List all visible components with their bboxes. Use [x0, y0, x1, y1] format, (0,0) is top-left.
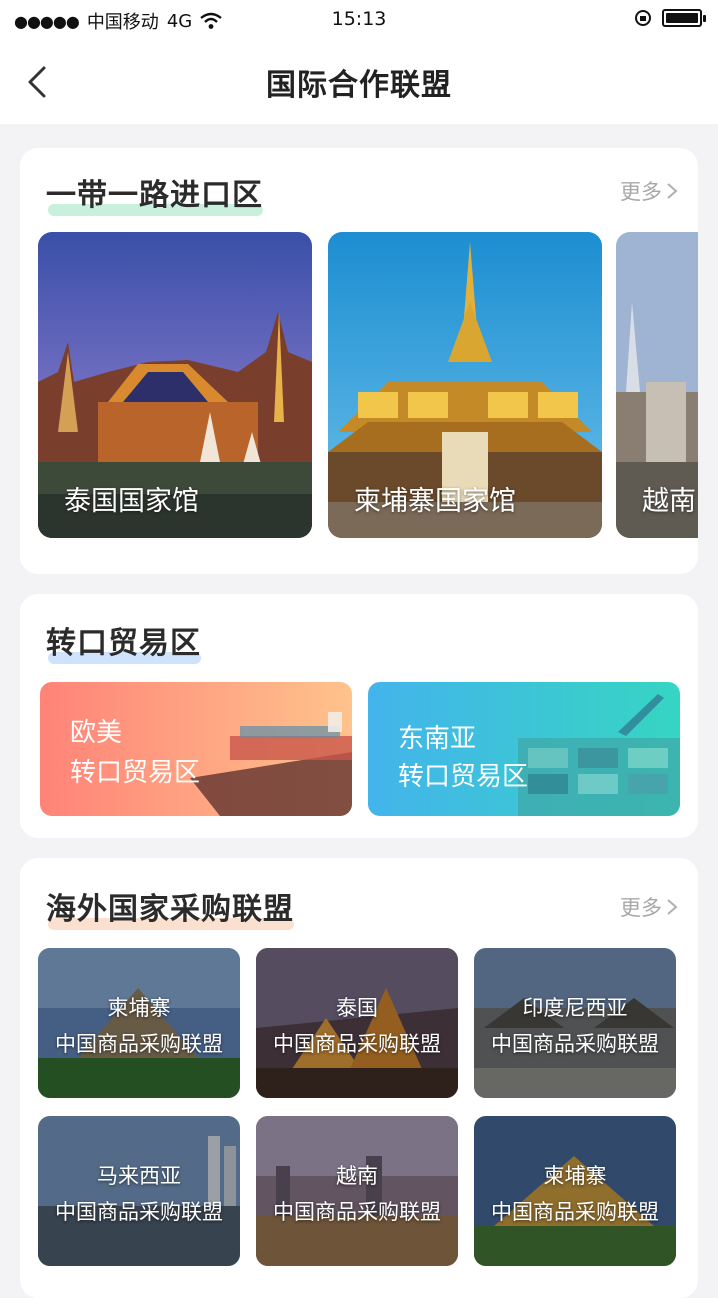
- pavilion-label: 泰国国家馆: [64, 486, 199, 517]
- trade-tile-line1: 东南亚: [398, 724, 477, 754]
- pavilion-label: 越南: [642, 486, 696, 517]
- belt-road-title-text: 一带一路进口区: [46, 178, 263, 213]
- belt-road-more-link[interactable]: 更多: [620, 176, 678, 206]
- cargo-ship-image: [40, 682, 352, 816]
- thailand-temple-image: [256, 948, 458, 1098]
- chevron-right-icon: [667, 183, 678, 199]
- alliance-country: 越南: [336, 1164, 378, 1188]
- alliance-country: 泰国: [336, 996, 378, 1020]
- trade-tile-line2: 转口贸易区: [398, 762, 529, 792]
- pavilion-card-cambodia[interactable]: 柬埔寨国家馆: [328, 232, 602, 538]
- alliance-tile-malaysia[interactable]: 马来西亚 中国商品采购联盟: [38, 1116, 240, 1266]
- pavilion-card-vietnam[interactable]: 越南: [616, 232, 698, 538]
- rotation-lock-icon: [635, 10, 651, 26]
- entrepot-section: 转口贸易区 欧美 转口贸易区 东南亚 转口贸易区: [20, 594, 698, 838]
- page-title: 国际合作联盟: [266, 68, 452, 103]
- status-time: 15:13: [331, 8, 387, 30]
- cambodia-temple-image: [38, 948, 240, 1098]
- belt-road-section: 一带一路进口区 更多 泰国国家馆 柬埔寨国家馆 越南: [20, 148, 698, 574]
- trade-tile-line1: 欧美: [70, 718, 123, 748]
- alliance-tile-cambodia[interactable]: 柬埔寨 中国商品采购联盟: [38, 948, 240, 1098]
- trade-tile-line2: 转口贸易区: [70, 758, 201, 788]
- overseas-title: 海外国家采购联盟: [46, 884, 294, 930]
- southeast-asia-trade-tile[interactable]: 东南亚 转口贸易区: [368, 682, 680, 816]
- alliance-subtitle: 中国商品采购联盟: [273, 1032, 441, 1056]
- indonesia-palace-image: [474, 948, 676, 1098]
- pavilion-carousel[interactable]: 泰国国家馆 柬埔寨国家馆 越南: [38, 232, 698, 552]
- more-label: 更多: [620, 180, 662, 204]
- pavilion-label: 柬埔寨国家馆: [354, 486, 516, 517]
- overseas-title-text: 海外国家采购联盟: [46, 892, 294, 927]
- alliance-tile-thailand[interactable]: 泰国 中国商品采购联盟: [256, 948, 458, 1098]
- malaysia-skyline-image: [38, 1116, 240, 1266]
- status-bar: ●●●●● 中国移动 4G 15:13: [0, 0, 718, 40]
- entrepot-title-text: 转口贸易区: [46, 626, 201, 661]
- pavilion-card-thailand[interactable]: 泰国国家馆: [38, 232, 312, 538]
- alliance-country: 马来西亚: [97, 1164, 181, 1188]
- overseas-more-link[interactable]: 更多: [620, 892, 678, 922]
- alliance-subtitle: 中国商品采购联盟: [55, 1032, 223, 1056]
- nav-bar: 国际合作联盟: [0, 40, 718, 124]
- alliance-country: 柬埔寨: [543, 1164, 607, 1188]
- entrepot-title: 转口贸易区: [46, 618, 201, 664]
- alliance-tile-vietnam[interactable]: 越南 中国商品采购联盟: [256, 1116, 458, 1266]
- alliance-country: 柬埔寨: [107, 996, 171, 1020]
- battery-icon: [662, 9, 706, 27]
- alliance-tile-cambodia-2[interactable]: 柬埔寨 中国商品采购联盟: [474, 1116, 676, 1266]
- europe-america-trade-tile[interactable]: 欧美 转口贸易区: [40, 682, 352, 816]
- vietnam-river-image: [256, 1116, 458, 1266]
- overseas-alliance-section: 海外国家采购联盟 更多 柬埔寨 中国商品采购联盟 泰国 中国商品采购联盟 印度尼…: [20, 858, 698, 1298]
- alliance-subtitle: 中国商品采购联盟: [273, 1200, 441, 1224]
- alliance-subtitle: 中国商品采购联盟: [491, 1032, 659, 1056]
- alliance-subtitle: 中国商品采购联盟: [55, 1200, 223, 1224]
- cambodia-palace-image: [474, 1116, 676, 1266]
- alliance-tile-indonesia[interactable]: 印度尼西亚 中国商品采购联盟: [474, 948, 676, 1098]
- chevron-right-icon: [667, 899, 678, 915]
- alliance-subtitle: 中国商品采购联盟: [491, 1200, 659, 1224]
- belt-road-title: 一带一路进口区: [46, 170, 263, 216]
- more-label: 更多: [620, 896, 662, 920]
- alliance-country: 印度尼西亚: [522, 996, 628, 1020]
